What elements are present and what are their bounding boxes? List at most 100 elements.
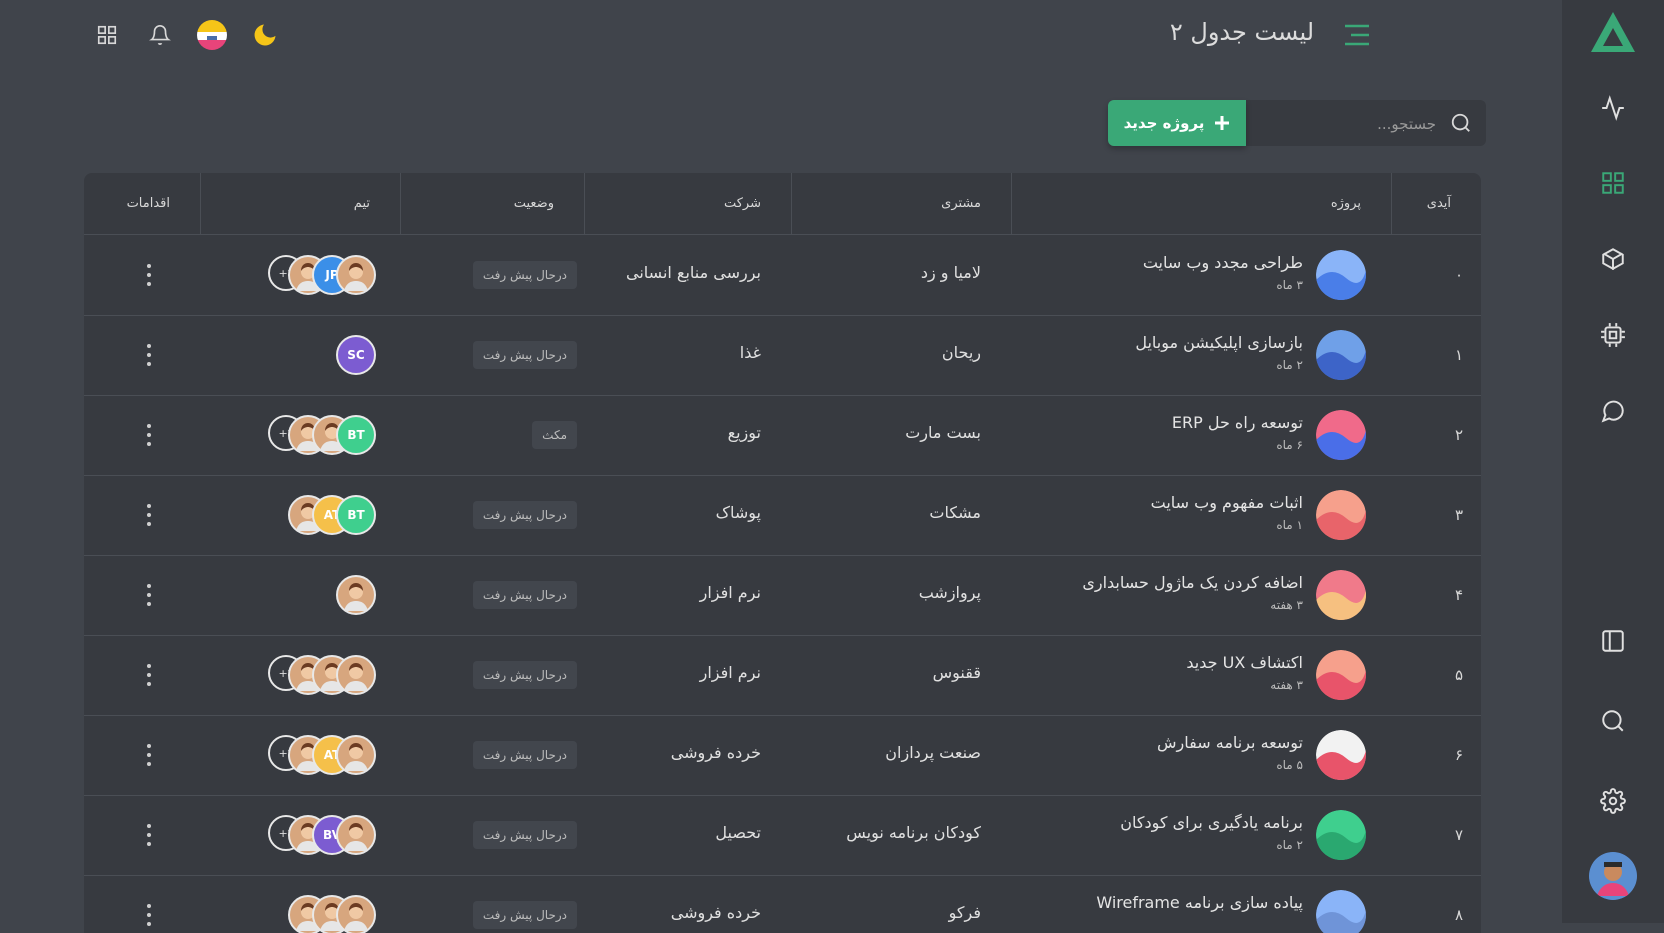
project-duration: ۳ هفته xyxy=(1270,678,1303,692)
column-header-id[interactable]: آیدی xyxy=(1391,173,1481,234)
row-actions-kebab-icon[interactable] xyxy=(142,821,156,849)
company-name: بررسی منابع انسانی xyxy=(626,263,761,282)
status-badge: درحال پیش رفت xyxy=(472,821,577,849)
settings-icon[interactable] xyxy=(1598,786,1628,816)
row-id: ۴ xyxy=(1454,586,1463,604)
row-actions-kebab-icon[interactable] xyxy=(142,261,156,289)
search-icon[interactable] xyxy=(1598,706,1628,736)
moon-icon[interactable] xyxy=(250,20,280,50)
project-thumbnail[interactable] xyxy=(1316,490,1366,540)
row-id: ۶ xyxy=(1454,746,1463,764)
project-thumbnail[interactable] xyxy=(1316,810,1366,860)
team-member-avatar[interactable] xyxy=(336,575,376,615)
table-row[interactable]: ۳ اثبات مفهوم وب سایت ۱ ماه مشکات پوشاک … xyxy=(84,475,1481,556)
new-project-button[interactable]: پروژه جدید xyxy=(1108,100,1246,146)
column-header-status[interactable]: وضعیت xyxy=(400,173,584,234)
team-member-avatar[interactable] xyxy=(336,735,376,775)
company-name: غذا xyxy=(739,343,761,362)
table-row[interactable]: ۵ اکتشاف UX جدید ۳ هفته ققنوس نرم افزار … xyxy=(84,635,1481,716)
column-header-actions[interactable]: اقدامات xyxy=(84,173,200,234)
row-id: ۳ xyxy=(1454,506,1463,524)
team-member-avatar[interactable] xyxy=(336,815,376,855)
row-actions-kebab-icon[interactable] xyxy=(142,581,156,609)
team-member-avatar[interactable] xyxy=(336,255,376,295)
client-name: مشکات xyxy=(929,503,981,522)
status-badge: درحال پیش رفت xyxy=(472,661,577,689)
language-flag-icon[interactable] xyxy=(197,20,227,50)
bell-icon[interactable] xyxy=(145,20,175,50)
row-actions-kebab-icon[interactable] xyxy=(142,501,156,529)
user-avatar[interactable] xyxy=(1589,852,1637,900)
project-name[interactable]: طراحی مجدد وب سایت xyxy=(1143,253,1303,272)
team-member-avatar[interactable] xyxy=(336,895,376,933)
project-name[interactable]: برنامه یادگیری برای کودکان xyxy=(1120,813,1303,832)
column-header-team[interactable]: تیم xyxy=(200,173,400,234)
project-thumbnail[interactable] xyxy=(1316,330,1366,380)
table-row[interactable]: ۴ اضافه کردن یک ماژول حسابداری ۳ هفته پر… xyxy=(84,555,1481,636)
table-row[interactable]: ۷ برنامه یادگیری برای کودکان ۲ ماه کودکا… xyxy=(84,795,1481,876)
row-actions-kebab-icon[interactable] xyxy=(142,341,156,369)
grid-icon[interactable] xyxy=(1598,168,1628,198)
project-name[interactable]: توسعه راه حل ERP xyxy=(1172,413,1303,432)
client-name: بست مارت xyxy=(905,423,981,442)
row-id: ۱ xyxy=(1454,346,1463,364)
client-name: پروازشب xyxy=(918,583,981,602)
team-avatars: BT +۳ xyxy=(176,415,376,455)
project-name[interactable]: اثبات مفهوم وب سایت xyxy=(1151,493,1303,512)
chat-icon[interactable] xyxy=(1598,396,1628,426)
table-row[interactable]: ۰ طراحی مجدد وب سایت ۳ ماه لامیا و زد بر… xyxy=(84,235,1481,316)
project-name[interactable]: پیاده سازی برنامه Wireframe xyxy=(1096,893,1303,912)
company-name: نرم افزار xyxy=(699,663,761,682)
table-row[interactable]: ۲ توسعه راه حل ERP ۶ ماه بست مارت توزیع … xyxy=(84,395,1481,476)
avatar-initials: BT xyxy=(347,508,365,522)
team-avatars: SC xyxy=(176,335,376,375)
team-avatars: +۴ xyxy=(176,655,376,695)
project-thumbnail[interactable] xyxy=(1316,410,1366,460)
company-name: خرده فروشی xyxy=(670,903,761,922)
project-thumbnail[interactable] xyxy=(1316,250,1366,300)
project-name[interactable]: اکتشاف UX جدید xyxy=(1186,653,1303,672)
project-thumbnail[interactable] xyxy=(1316,890,1366,933)
table-row[interactable]: ۶ توسعه برنامه سفارش ۵ ماه صنعت پردازان … xyxy=(84,715,1481,796)
menu-icon[interactable] xyxy=(1342,20,1372,50)
apps-grid-icon[interactable] xyxy=(92,20,122,50)
new-project-label: پروژه جدید xyxy=(1123,114,1205,132)
row-actions-kebab-icon[interactable] xyxy=(142,741,156,769)
project-duration: ۱ ماه xyxy=(1276,518,1303,532)
status-badge: مکث xyxy=(532,421,577,449)
project-name[interactable]: اضافه کردن یک ماژول حسابداری xyxy=(1082,573,1303,592)
column-header-project[interactable]: پروژه xyxy=(1011,173,1391,234)
team-avatars: JP +۲ xyxy=(176,255,376,295)
box-icon[interactable] xyxy=(1598,244,1628,274)
sidebar-toggle-icon[interactable] xyxy=(1598,626,1628,656)
status-badge: درحال پیش رفت xyxy=(472,341,577,369)
project-duration: ۳ ماه xyxy=(1276,278,1303,292)
client-name: ققنوس xyxy=(932,663,981,682)
row-id: ۷ xyxy=(1454,826,1463,844)
team-member-avatar[interactable]: BT xyxy=(336,415,376,455)
sidebar xyxy=(1562,0,1664,923)
row-actions-kebab-icon[interactable] xyxy=(142,901,156,929)
row-actions-kebab-icon[interactable] xyxy=(142,661,156,689)
team-member-avatar[interactable]: BT xyxy=(336,495,376,535)
project-name[interactable]: بازسازی اپلیکیشن موبایل xyxy=(1135,333,1303,352)
search-input[interactable] xyxy=(1254,100,1438,148)
avatar-initials: BT xyxy=(347,428,365,442)
column-header-client[interactable]: مشتری xyxy=(791,173,1011,234)
table-row[interactable]: ۱ بازسازی اپلیکیشن موبایل ۲ ماه ریحان غذ… xyxy=(84,315,1481,396)
activity-icon[interactable] xyxy=(1598,93,1628,123)
team-member-avatar[interactable]: SC xyxy=(336,335,376,375)
table-row[interactable]: ۸ پیاده سازی برنامه Wireframe فرکو خرده … xyxy=(84,875,1481,933)
project-thumbnail[interactable] xyxy=(1316,730,1366,780)
logo-icon[interactable] xyxy=(1589,10,1637,54)
project-thumbnail[interactable] xyxy=(1316,570,1366,620)
column-header-company[interactable]: شرکت xyxy=(584,173,791,234)
company-name: پوشاک xyxy=(715,503,761,522)
project-thumbnail[interactable] xyxy=(1316,650,1366,700)
team-member-avatar[interactable] xyxy=(336,655,376,695)
project-name[interactable]: توسعه برنامه سفارش xyxy=(1157,733,1303,752)
client-name: صنعت پردازان xyxy=(885,743,981,762)
cpu-icon[interactable] xyxy=(1598,320,1628,350)
row-actions-kebab-icon[interactable] xyxy=(142,421,156,449)
plus-icon xyxy=(1215,116,1230,130)
